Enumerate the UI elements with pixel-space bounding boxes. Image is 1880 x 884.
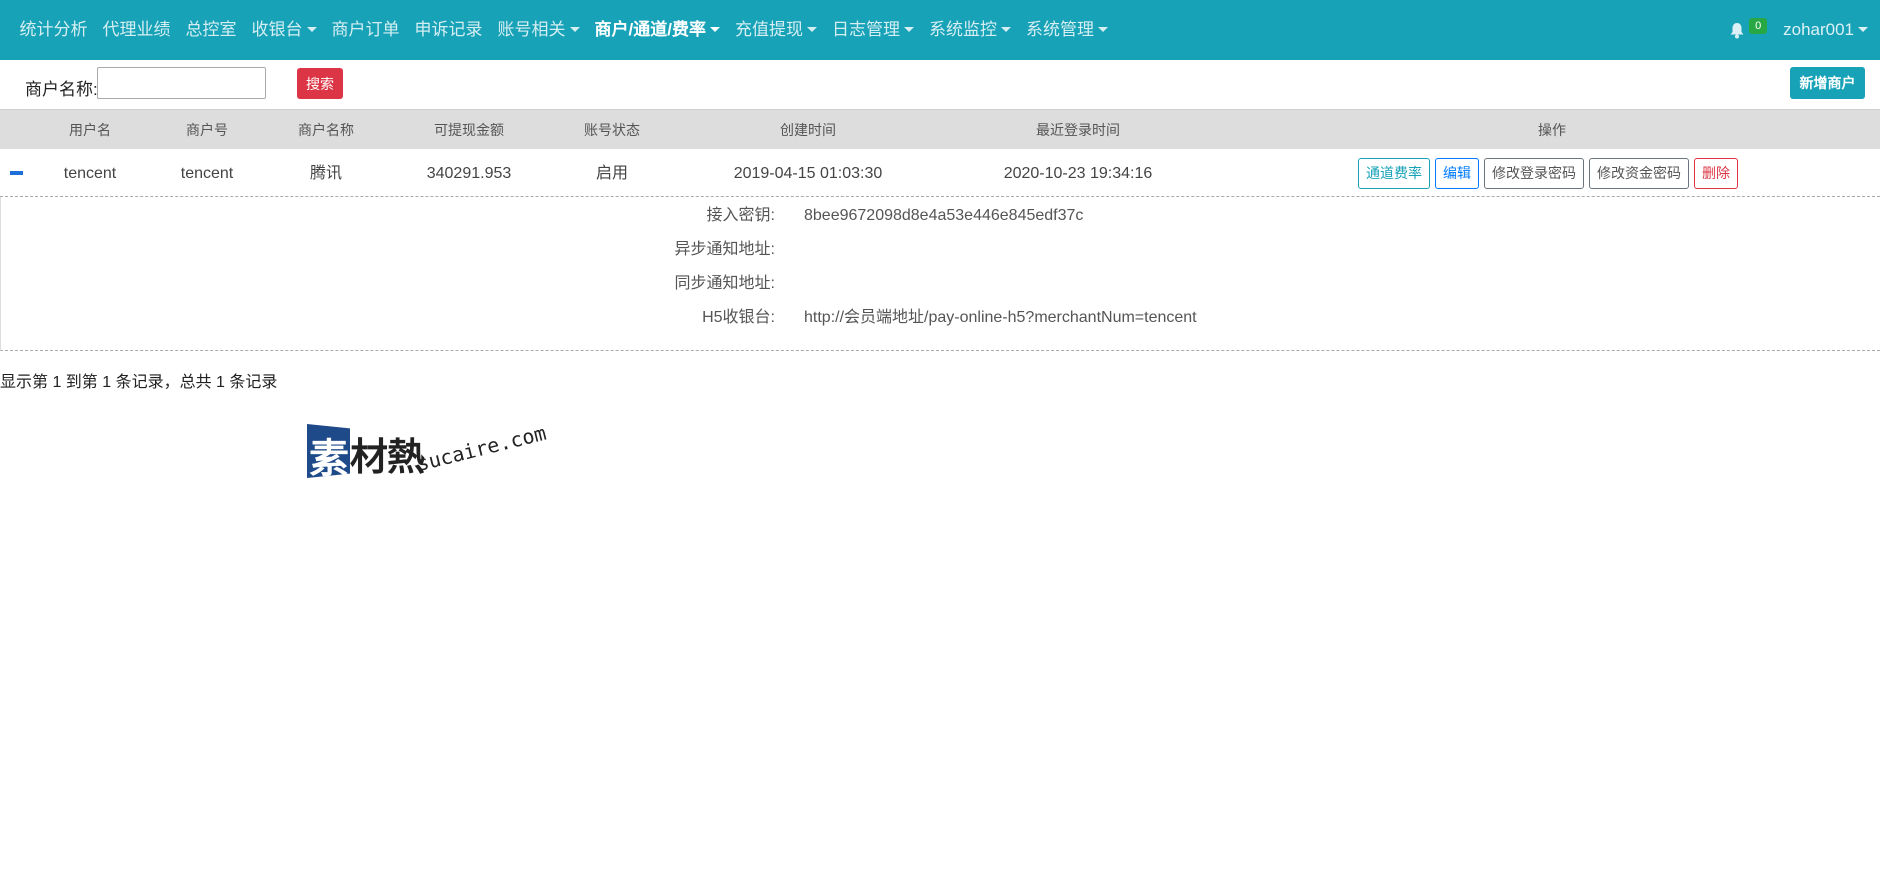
table-row: tencent tencent 腾讯 340291.953 启用 2019-04… (0, 150, 1880, 197)
chevron-down-icon (1097, 27, 1108, 33)
watermark-url: sucaire.com (414, 420, 549, 476)
chevron-down-icon (1858, 27, 1868, 33)
nav-item-11[interactable]: 系统管理 (1018, 0, 1115, 60)
pagination-info: 显示第 1 到第 1 条记录，总共 1 条记录 (0, 374, 278, 391)
bell-icon (1729, 22, 1745, 44)
nav-item-label: 代理业绩 (102, 20, 171, 39)
cell-merchant-no: tencent (180, 165, 234, 182)
search-toolbar: 商户名称: 搜索 新增商户 (0, 66, 1880, 106)
nav-item-3[interactable]: 收银台 (244, 0, 324, 60)
detail-sync-notify: 同步通知地址: (1, 267, 1880, 301)
notification-count-badge: 0 (1749, 18, 1768, 34)
search-button[interactable]: 搜索 (297, 68, 343, 99)
nav-item-label: 充值提现 (734, 20, 803, 39)
detail-h5-cashier: H5收银台: http://会员端地址/pay-online-h5?mercha… (1, 301, 1880, 335)
nav-item-label: 账号相关 (497, 20, 566, 39)
edit-button[interactable]: 编辑 (1435, 158, 1479, 189)
nav-item-4[interactable]: 商户订单 (324, 0, 407, 60)
nav-item-label: 总控室 (185, 20, 237, 39)
row-detail-panel: 接入密钥: 8bee9672098d8e4a53e446e845edf37c 异… (0, 197, 1880, 351)
notification-button[interactable]: 0 (1729, 0, 1768, 60)
column-header-username[interactable]: 用户名 (55, 110, 125, 150)
nav-menu: 统计分析 代理业绩 总控室 收银台 商户订单 申诉记录 账号相关 商户/通道/费率 充值提现 日志… (12, 0, 1115, 60)
column-header-status[interactable]: 账号状态 (572, 110, 652, 150)
row-actions: 通道费率 编辑 修改登录密码 修改资金密码 删除 (1358, 158, 1738, 189)
detail-async-notify: 异步通知地址: (1, 233, 1880, 267)
channel-rate-button[interactable]: 通道费率 (1358, 158, 1430, 189)
cell-username: tencent (63, 165, 117, 182)
nav-item-7[interactable]: 商户/通道/费率 (587, 0, 727, 60)
cell-status: 启用 (595, 165, 628, 182)
nav-item-8[interactable]: 充值提现 (727, 0, 824, 60)
collapse-icon[interactable] (10, 171, 23, 175)
column-header-merchant-name[interactable]: 商户名称 (286, 110, 366, 150)
h5-cashier-label: H5收银台: (702, 309, 775, 326)
nav-item-label: 商户/通道/费率 (594, 20, 706, 39)
chevron-down-icon (903, 27, 914, 33)
nav-item-label: 申诉记录 (414, 20, 483, 39)
nav-item-0[interactable]: 统计分析 (12, 0, 95, 60)
cell-last-login: 2020-10-23 19:34:16 (1003, 165, 1153, 182)
watermark-logo: 素 材熱 sucaire.com (305, 420, 565, 510)
cell-merchant-name: 腾讯 (309, 165, 342, 182)
watermark-first-char: 素 (309, 436, 349, 482)
merchant-name-label: 商户名称: (25, 80, 98, 99)
cell-withdrawable: 340291.953 (426, 165, 512, 182)
h5-cashier-value: http://会员端地址/pay-online-h5?merchantNum=t… (804, 309, 1197, 326)
nav-item-6[interactable]: 账号相关 (490, 0, 587, 60)
add-merchant-button[interactable]: 新增商户 (1790, 67, 1865, 99)
access-key-value: 8bee9672098d8e4a53e446e845edf37c (804, 207, 1084, 224)
watermark-chars: 材熱 (350, 435, 425, 479)
nav-item-1[interactable]: 代理业绩 (95, 0, 178, 60)
chevron-down-icon (569, 27, 580, 33)
nav-item-9[interactable]: 日志管理 (824, 0, 921, 60)
nav-item-label: 系统管理 (1025, 20, 1094, 39)
chevron-down-icon (1000, 27, 1011, 33)
access-key-label: 接入密钥: (706, 207, 775, 224)
nav-item-label: 收银台 (251, 20, 303, 39)
chevron-down-icon (806, 27, 817, 33)
async-notify-label: 异步通知地址: (674, 241, 775, 258)
nav-item-5[interactable]: 申诉记录 (407, 0, 490, 60)
username-label: zohar001 (1783, 20, 1854, 39)
merchant-name-search-input[interactable] (97, 67, 266, 99)
change-fund-password-button[interactable]: 修改资金密码 (1589, 158, 1689, 189)
chevron-down-icon (709, 27, 720, 33)
top-navbar: 统计分析 代理业绩 总控室 收银台 商户订单 申诉记录 账号相关 商户/通道/费率 充值提现 日志… (0, 0, 1880, 60)
change-login-password-button[interactable]: 修改登录密码 (1484, 158, 1584, 189)
nav-right: 0 zohar001 (1729, 0, 1868, 60)
nav-item-label: 系统监控 (928, 20, 997, 39)
nav-item-label: 商户订单 (331, 20, 400, 39)
column-header-actions: 操作 (1538, 122, 1566, 138)
column-header-merchant-no[interactable]: 商户号 (172, 110, 242, 150)
column-header-created-time[interactable]: 创建时间 (768, 110, 848, 150)
delete-button[interactable]: 删除 (1694, 158, 1738, 189)
sync-notify-label: 同步通知地址: (674, 275, 775, 292)
table-header: 用户名 商户号 商户名称 可提现金额 账号状态 创建时间 最近登录时间 操作 (0, 109, 1880, 149)
user-menu[interactable]: zohar001 (1783, 20, 1868, 40)
nav-item-2[interactable]: 总控室 (178, 0, 244, 60)
detail-access-key: 接入密钥: 8bee9672098d8e4a53e446e845edf37c (1, 199, 1880, 233)
cell-created-time: 2019-04-15 01:03:30 (733, 165, 883, 182)
nav-item-label: 统计分析 (19, 20, 88, 39)
nav-item-label: 日志管理 (831, 20, 900, 39)
column-header-last-login[interactable]: 最近登录时间 (1023, 110, 1133, 150)
column-header-withdrawable[interactable]: 可提现金额 (424, 110, 514, 150)
chevron-down-icon (306, 27, 317, 33)
nav-item-10[interactable]: 系统监控 (921, 0, 1018, 60)
